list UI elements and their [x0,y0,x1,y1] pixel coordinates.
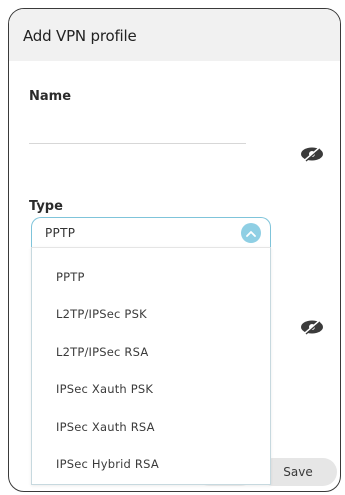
dialog-header: Add VPN profile [9,9,340,61]
dialog-title: Add VPN profile [23,27,137,45]
dropdown-item-ipsec-xauth-rsa[interactable]: IPSec Xauth RSA [32,408,270,446]
eye-off-icon[interactable] [299,145,325,163]
chevron-up-icon[interactable] [241,223,261,243]
eye-off-icon[interactable] [299,318,325,336]
dropdown-item-l2tp-ipsec-psk[interactable]: L2TP/IPSec PSK [32,296,270,334]
type-label: Type [29,199,63,214]
dropdown-item-l2tp-ipsec-rsa[interactable]: L2TP/IPSec RSA [32,333,270,371]
type-select[interactable]: PPTP [31,217,271,248]
name-input[interactable] [29,119,246,144]
type-dropdown-menu: PPTP L2TP/IPSec PSK L2TP/IPSec RSA IPSec… [31,247,271,485]
dropdown-item-ipsec-hybrid-rsa[interactable]: IPSec Hybrid RSA [32,446,270,484]
name-label: Name [29,89,72,104]
dropdown-item-pptp[interactable]: PPTP [32,258,270,296]
add-vpn-profile-dialog: Add VPN profile Name Type PPTP Save PPTP… [8,8,341,492]
type-selected-value: PPTP [45,226,76,240]
dropdown-item-ipsec-xauth-psk[interactable]: IPSec Xauth PSK [32,371,270,409]
